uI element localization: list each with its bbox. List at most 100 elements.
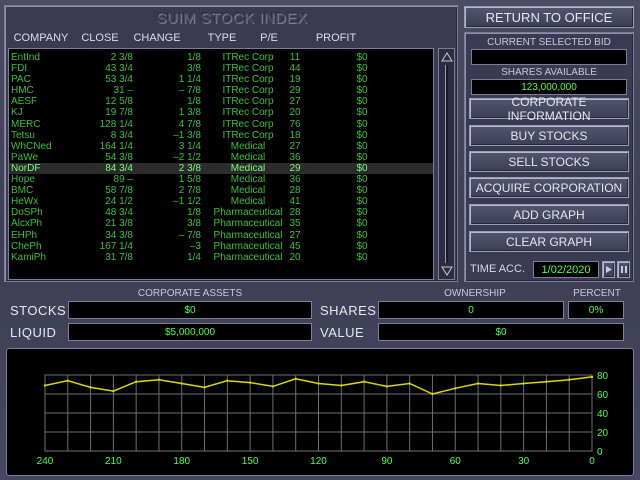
cell-profit: $0 (356, 74, 368, 86)
table-row[interactable]: PaWe 54 3/8 –2 1/2 Medical 36 $0 (9, 152, 433, 163)
clear-graph-button[interactable]: CLEAR GRAPH (469, 231, 629, 252)
cell-company: Tetsu (11, 129, 35, 141)
table-row[interactable]: FDI 43 3/4 3/8 ITRec Corp 44 $0 (9, 63, 433, 74)
table-row[interactable]: HeWx 24 1/2 –1 1/2 Medical 41 $0 (9, 196, 433, 207)
table-row[interactable]: AESF 12 5/8 1/8 ITRec Corp 27 $0 (9, 96, 433, 107)
cell-close: 24 1/2 (105, 196, 133, 208)
scroll-up-icon[interactable] (440, 50, 453, 64)
cell-close: 31 – (113, 85, 133, 97)
cell-close: 84 3/4 (105, 162, 133, 174)
acquire-corporation-button[interactable]: ACQUIRE CORPORATION (469, 177, 629, 198)
y-tick-label: 40 (597, 409, 609, 420)
cell-type: ITRec Corp (222, 96, 274, 108)
cell-change: 1/8 (187, 96, 201, 108)
cell-close: 34 3/8 (105, 229, 133, 241)
cell-change: – 7/8 (178, 85, 201, 97)
price-point (408, 382, 411, 385)
ownership-label: OWNERSHIP (444, 288, 506, 299)
table-row[interactable]: AlcxPh 21 3/8 3/8 Pharmaceutical 35 $0 (9, 218, 433, 229)
cell-change: 3/8 (187, 63, 201, 75)
cell-company: KJ (11, 107, 23, 119)
cell-profit: $0 (356, 151, 368, 163)
x-tick-label: 210 (105, 456, 122, 467)
table-row[interactable]: WhCNed 164 1/4 3 1/4 Medical 27 $0 (9, 141, 433, 152)
sell-stocks-button[interactable]: SELL STOCKS (469, 151, 629, 172)
cell-profit: $0 (356, 107, 368, 119)
table-row[interactable]: ChePh 167 1/4 –3 Pharmaceutical 45 $0 (9, 241, 433, 252)
table-row[interactable]: DoSPh 48 3/4 1/8 Pharmaceutical 28 $0 (9, 207, 433, 218)
table-header: COMPANY CLOSE CHANGE TYPE P/E PROFIT (9, 32, 435, 44)
scroll-down-icon[interactable] (440, 264, 453, 278)
stocks-label: STOCKS (10, 303, 67, 318)
cell-pe: 41 (289, 196, 301, 208)
col-company: COMPANY (13, 32, 69, 44)
cell-type: ITRec Corp (222, 85, 274, 97)
pause-button[interactable] (617, 261, 630, 278)
table-row[interactable]: EHPh 34 3/8 – 7/8 Pharmaceutical 27 $0 (9, 230, 433, 241)
cell-company: KamiPh (11, 251, 47, 263)
buy-stocks-button[interactable]: BUY STOCKS (469, 125, 629, 146)
cell-type: Medical (230, 185, 266, 197)
table-row[interactable]: EntInd 2 3/8 1/8 ITRec Corp 11 $0 (9, 52, 433, 63)
cell-close: 89 – (113, 174, 133, 186)
cell-type: Medical (230, 140, 266, 152)
cell-pe: 11 (289, 52, 301, 63)
table-row[interactable]: PAC 53 3/4 1 1/4 ITRec Corp 19 $0 (9, 74, 433, 85)
price-point (499, 384, 503, 387)
cell-change: –1 1/2 (173, 196, 201, 208)
table-row[interactable]: Tetsu 8 3/4 –1 3/8 ITRec Corp 18 $0 (9, 130, 433, 141)
percent-value: 0% (568, 301, 624, 319)
table-row[interactable]: Hope 89 – 1 5/8 Medical 36 $0 (9, 174, 433, 185)
stock-index-panel: SUIM STOCK INDEX COMPANY CLOSE CHANGE TY… (4, 5, 458, 282)
cell-company: AlcxPh (11, 218, 43, 230)
liquid-value: $5,000,000 (68, 323, 312, 341)
cell-pe: 76 (289, 118, 301, 130)
cell-close: 53 3/4 (105, 74, 133, 86)
col-profit: PROFIT (315, 32, 357, 44)
cell-company: ChePh (11, 240, 42, 252)
return-to-office-button[interactable]: RETURN TO OFFICE (464, 6, 634, 28)
add-graph-button[interactable]: ADD GRAPH (469, 204, 629, 225)
index-title: SUIM STOCK INDEX (156, 10, 308, 27)
cell-company: EntInd (11, 52, 40, 63)
cell-change: 1 3/8 (178, 107, 201, 119)
y-tick-label: 20 (597, 428, 609, 439)
cell-pe: 36 (289, 174, 301, 186)
price-point (385, 385, 389, 388)
cell-type: Pharmaceutical (213, 207, 283, 219)
play-button[interactable] (602, 261, 615, 278)
cell-pe: 29 (289, 85, 301, 97)
scrollbar[interactable] (438, 48, 455, 280)
table-row[interactable]: HMC 31 – – 7/8 ITRec Corp 29 $0 (9, 85, 433, 96)
scroll-track[interactable] (445, 65, 448, 263)
price-point (43, 384, 47, 387)
stock-rows: EntInd 2 3/8 1/8 ITRec Corp 11 $0 FDI 43 3/4 3/8… (9, 49, 433, 263)
cell-pe: 20 (289, 107, 301, 119)
cell-type: ITRec Corp (222, 107, 274, 119)
cell-profit: $0 (356, 185, 368, 197)
cell-pe: 20 (289, 251, 301, 263)
cell-company: PAC (11, 74, 31, 86)
price-point (180, 382, 183, 385)
current-bid-field[interactable] (471, 49, 627, 65)
cell-change: 3/8 (187, 218, 201, 230)
table-row[interactable]: KamiPh 31 7/8 1/4 Pharmaceutical 20 $0 (9, 252, 433, 263)
cell-change: 1/4 (187, 251, 201, 263)
table-row[interactable]: NorDF 84 3/4 2 3/8 Medical 29 $0 (9, 162, 433, 175)
corporate-information-button[interactable]: CORPORATE INFORMATION (469, 95, 629, 123)
y-tick-label: 80 (597, 371, 609, 382)
price-point (294, 377, 297, 380)
table-row[interactable]: MERC 128 1/4 4 7/8 ITRec Corp 76 $0 (9, 119, 433, 130)
cell-profit: $0 (356, 251, 368, 263)
stock-table: EntInd 2 3/8 1/8 ITRec Corp 11 $0 FDI 43 3/4 3/8… (8, 48, 434, 280)
price-point (112, 389, 115, 393)
price-point (66, 379, 69, 382)
table-row[interactable]: KJ 19 7/8 1 3/8 ITRec Corp 20 $0 (9, 107, 433, 118)
x-tick-label: 90 (381, 456, 393, 467)
cell-change: –2 1/2 (173, 151, 201, 163)
table-row[interactable]: BMC 58 7/8 2 7/8 Medical 28 $0 (9, 185, 433, 196)
value-label: VALUE (320, 325, 365, 340)
cell-close: 167 1/4 (99, 240, 133, 252)
cell-type: Pharmaceutical (213, 251, 283, 263)
cell-company: PaWe (11, 151, 39, 163)
